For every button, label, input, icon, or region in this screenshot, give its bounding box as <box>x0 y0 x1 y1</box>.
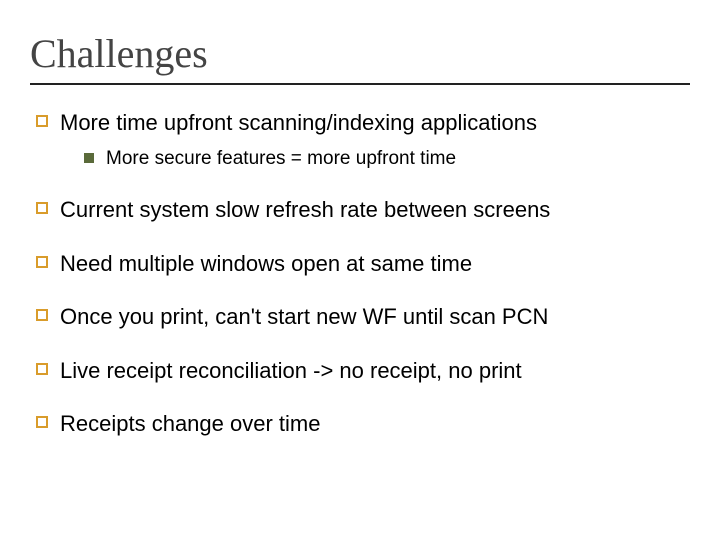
list-item: Live receipt reconciliation -> no receip… <box>36 357 690 385</box>
title-underline <box>30 83 690 85</box>
item-text: Need multiple windows open at same time <box>60 250 472 278</box>
bullet-outline-square-icon <box>36 309 48 321</box>
sub-list-item: More secure features = more upfront time <box>84 147 690 171</box>
item-text: Current system slow refresh rate between… <box>60 196 550 224</box>
bullet-outline-square-icon <box>36 202 48 214</box>
list-item: Need multiple windows open at same time <box>36 250 690 278</box>
list-item: Current system slow refresh rate between… <box>36 196 690 224</box>
list-item: More time upfront scanning/indexing appl… <box>36 109 690 137</box>
bullet-solid-square-icon <box>84 153 94 163</box>
list-item: Receipts change over time <box>36 410 690 438</box>
sub-item-text: More secure features = more upfront time <box>106 147 456 171</box>
bullet-outline-square-icon <box>36 115 48 127</box>
item-text: Once you print, can't start new WF until… <box>60 303 548 331</box>
bullet-outline-square-icon <box>36 416 48 428</box>
bullet-outline-square-icon <box>36 256 48 268</box>
item-text: Live receipt reconciliation -> no receip… <box>60 357 522 385</box>
item-text: Receipts change over time <box>60 410 320 438</box>
slide-title: Challenges <box>30 30 690 77</box>
item-text: More time upfront scanning/indexing appl… <box>60 109 537 137</box>
content-area: More time upfront scanning/indexing appl… <box>30 109 690 438</box>
list-item: Once you print, can't start new WF until… <box>36 303 690 331</box>
bullet-outline-square-icon <box>36 363 48 375</box>
